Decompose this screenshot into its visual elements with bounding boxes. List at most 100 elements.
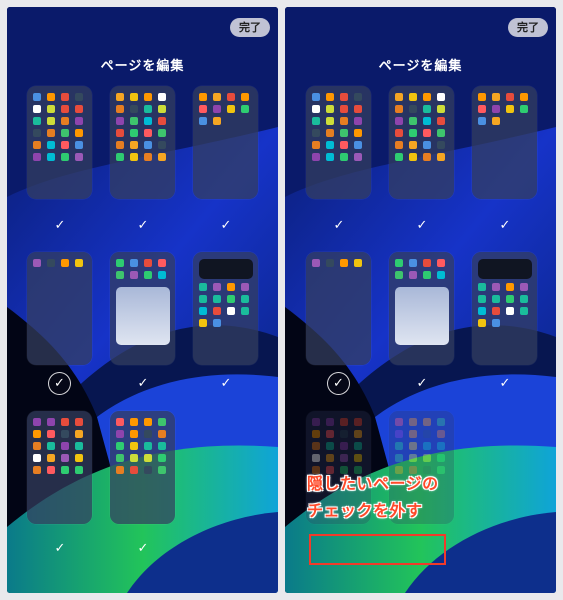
app-icon [213, 283, 221, 291]
app-icon [61, 466, 69, 474]
home-page-thumbnail[interactable] [472, 252, 537, 365]
app-icon [116, 466, 124, 474]
app-icon [144, 418, 152, 426]
app-icon [437, 105, 445, 113]
app-icon [33, 153, 41, 161]
home-page-thumbnail[interactable] [193, 86, 258, 199]
app-icon [409, 153, 417, 161]
app-icon [158, 418, 166, 426]
app-icon [423, 442, 431, 450]
app-icon [61, 129, 69, 137]
home-page-thumbnail[interactable] [27, 411, 92, 524]
page-visibility-checkbox[interactable]: ✓ [493, 372, 517, 396]
app-icon [437, 418, 445, 426]
app-icon [326, 442, 334, 450]
app-icon [354, 117, 362, 125]
app-icon [61, 117, 69, 125]
app-icon [423, 153, 431, 161]
app-icon [75, 153, 83, 161]
home-page-thumbnail[interactable] [110, 411, 175, 524]
app-icon [409, 454, 417, 462]
page-visibility-checkbox[interactable]: ✓ [131, 372, 155, 396]
page-visibility-checkbox[interactable]: ✓ [48, 537, 72, 561]
app-icon [520, 295, 528, 303]
app-icon [130, 141, 138, 149]
app-icon [409, 117, 417, 125]
page-visibility-checkbox[interactable]: ✓ [214, 372, 238, 396]
app-icon [395, 153, 403, 161]
app-icon [395, 259, 403, 267]
page-visibility-checkbox[interactable]: ✓ [410, 372, 434, 396]
app-icon [47, 117, 55, 125]
app-icon [116, 117, 124, 125]
home-page-thumbnail[interactable] [306, 86, 371, 199]
app-icon [326, 259, 334, 267]
app-icon [492, 283, 500, 291]
annotation-line-1: 隠したいページの [307, 474, 439, 493]
home-page-thumbnail[interactable] [110, 86, 175, 199]
app-icon [340, 259, 348, 267]
home-page-thumbnail[interactable] [306, 252, 371, 365]
app-icon [478, 117, 486, 125]
app-icon [312, 418, 320, 426]
app-icon [409, 129, 417, 137]
app-icon [395, 454, 403, 462]
home-page-thumbnail[interactable] [27, 252, 92, 365]
app-icon [158, 93, 166, 101]
page-visibility-checkbox[interactable]: ✓ [131, 214, 155, 238]
home-page-thumbnail[interactable] [110, 252, 175, 365]
app-icon [423, 418, 431, 426]
app-icon [213, 307, 221, 315]
app-icon [423, 271, 431, 279]
app-icon [144, 93, 152, 101]
app-icon [213, 93, 221, 101]
app-icon [47, 430, 55, 438]
app-icon [340, 430, 348, 438]
screenshot-comparison: 完了 ページを編集 ✓ ✓ ✓ ✓ ✓ ✓ ✓ ✓ 完了 ページを編集 ✓ ✓ … [0, 0, 563, 600]
app-icon [437, 271, 445, 279]
page-visibility-checkbox[interactable]: ✓ [48, 372, 71, 395]
home-page-thumbnail[interactable] [472, 86, 537, 199]
app-icon [478, 105, 486, 113]
home-page-thumbnail[interactable] [389, 86, 454, 199]
app-icon [75, 129, 83, 137]
app-icon [520, 93, 528, 101]
done-button[interactable]: 完了 [508, 18, 548, 37]
app-icon [312, 129, 320, 137]
page-visibility-checkbox[interactable]: ✓ [327, 214, 351, 238]
home-page-thumbnail[interactable] [193, 252, 258, 365]
app-icon [61, 141, 69, 149]
home-page-thumbnail[interactable] [27, 86, 92, 199]
app-icon [47, 129, 55, 137]
app-icon [75, 117, 83, 125]
page-visibility-checkbox[interactable]: ✓ [214, 214, 238, 238]
app-icon [116, 442, 124, 450]
app-icon [506, 307, 514, 315]
done-button[interactable]: 完了 [230, 18, 270, 37]
page-visibility-checkbox[interactable]: ✓ [131, 537, 155, 561]
app-icon [213, 295, 221, 303]
page-visibility-checkbox[interactable]: ✓ [410, 214, 434, 238]
app-icon [395, 129, 403, 137]
page-visibility-checkbox[interactable]: ✓ [327, 372, 350, 395]
page-visibility-checkbox[interactable]: ✓ [493, 214, 517, 238]
app-icon [312, 105, 320, 113]
app-icon [116, 129, 124, 137]
app-icon [144, 454, 152, 462]
app-icon [144, 129, 152, 137]
app-icon [130, 271, 138, 279]
app-icon [437, 129, 445, 137]
app-icon [492, 93, 500, 101]
page-visibility-checkbox[interactable]: ✓ [48, 214, 72, 238]
app-icon [47, 141, 55, 149]
app-icon [213, 117, 221, 125]
app-icon [199, 319, 207, 327]
app-icon [478, 295, 486, 303]
stocks-widget [199, 259, 253, 279]
app-icon [326, 430, 334, 438]
app-icon [158, 153, 166, 161]
home-page-thumbnail[interactable] [389, 252, 454, 365]
app-icon [116, 418, 124, 426]
app-icon [326, 93, 334, 101]
app-icon [354, 153, 362, 161]
